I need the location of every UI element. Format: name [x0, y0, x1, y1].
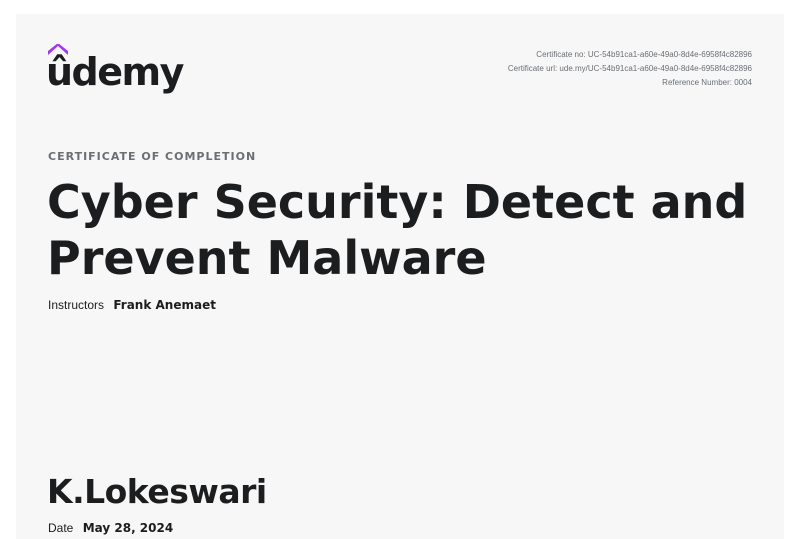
instructors-row: Instructors Frank Anemaet	[48, 298, 216, 312]
date-label: Date	[48, 521, 74, 535]
certificate-url: Certificate url: ude.my/UC-54b91ca1-a60e…	[507, 64, 752, 73]
certificate-page: ûdemy Certificate no: UC-54b91ca1-a60e-4…	[16, 14, 784, 539]
date-row: Date May 28, 2024	[48, 521, 173, 535]
student-name: K.Lokeswari	[47, 472, 267, 511]
instructor-name: Frank Anemaet	[113, 298, 216, 312]
logo-mark-icon	[48, 44, 68, 55]
certificate-number: Certificate no: UC-54b91ca1-a60e-49a0-8d…	[536, 50, 752, 59]
instructors-label: Instructors	[48, 298, 105, 312]
completion-date: May 28, 2024	[82, 521, 174, 535]
course-title: Cyber Security: Detect and Prevent Malwa…	[47, 175, 748, 285]
reference-number: Reference Number: 0004	[662, 78, 752, 87]
certificate-type-label: CERTIFICATE OF COMPLETION	[48, 150, 257, 163]
certificate-meta: Certificate no: UC-54b91ca1-a60e-49a0-8d…	[508, 48, 752, 90]
udemy-logo: ûdemy	[46, 44, 184, 96]
